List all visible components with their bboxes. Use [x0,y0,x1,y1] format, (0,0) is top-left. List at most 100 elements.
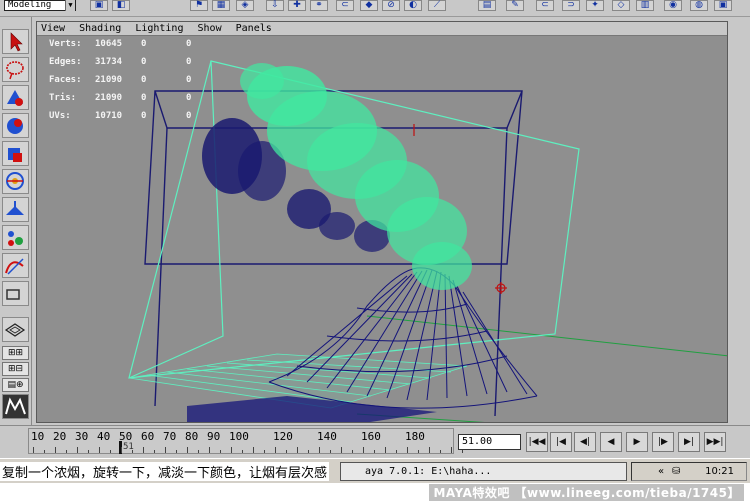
move-icon [7,118,23,134]
menu-lighting[interactable]: Lighting [135,23,183,34]
shelf-icon-14[interactable]: ▤ [478,0,496,11]
ruler-tick [308,450,309,453]
shelf-icon-21[interactable]: ◉ [664,0,682,11]
soft-mod-tool[interactable] [2,225,29,250]
shelf-icon-22[interactable]: ◍ [690,0,708,11]
ruler-tick [264,450,265,453]
mode-select-value: Modeling [8,0,52,10]
tick-label: 90 [207,430,221,443]
step-forward-key-button[interactable]: ▶| [678,432,700,452]
ruler-tick [99,447,100,453]
shape-tool[interactable] [2,281,29,306]
ruler-tick [363,447,364,453]
shelf-icon-15[interactable]: ✎ [506,0,524,11]
curve-tool[interactable] [2,253,29,278]
menu-show[interactable]: Show [198,23,222,34]
two-view-button[interactable]: ⊞⊟ [2,362,29,376]
taskbar-maya-button[interactable]: aya 7.0.1: E:\haha... [340,462,627,481]
chevron-down-icon[interactable]: ▼ [65,0,75,11]
scale-tool[interactable] [2,169,29,194]
mode-select[interactable]: Modeling ▼ [4,0,76,11]
shelf-icon-9[interactable]: ⊂ [336,0,354,11]
ruler-tick [220,450,221,453]
tick-label: 10 [31,430,45,443]
shelf-icon-19[interactable]: ◇ [612,0,630,11]
shelf-icon-8[interactable]: ⚭ [310,0,328,11]
shelf-icon-18[interactable]: ✦ [586,0,604,11]
watermark-text: MAYA特效吧 【www.lineeg.com/tieba/1745】 [429,484,744,501]
step-forward-frame-button[interactable]: |▶ [652,432,674,452]
shelf-toolbar: Modeling ▼ ▣ ◧ ⚑ ▦ ◈ ⇩ ✚ ⚭ ⊂ ◆ ⊘ ◐ ⟋ ▤ ✎… [0,0,750,17]
lasso-icon [6,61,24,80]
goto-end-button[interactable]: ▶▶| [704,432,726,452]
ruler-tick [253,447,254,453]
shelf-icon-16[interactable]: ⊂ [536,0,554,11]
ruler-tick [55,447,56,453]
step-back-frame-button[interactable]: ◀| [574,432,596,452]
tutorial-caption: 复制一个浓烟，旋转一下，减淡一下颜色，让烟有层次感 [0,462,330,481]
tick-label: 140 [317,430,337,443]
tick-label: 180 [405,430,425,443]
ruler-tick [297,447,298,453]
menu-panels[interactable]: Panels [236,23,272,34]
ruler-tick [209,447,210,453]
maya-logo-tool [2,394,29,419]
watermark-bar: MAYA特效吧 【www.lineeg.com/tieba/1745】 [0,483,750,501]
shelf-icon-7[interactable]: ✚ [288,0,306,11]
ruler-tick [396,450,397,453]
grid-axis-line [366,315,727,357]
select-tool[interactable] [2,29,29,54]
four-view-button[interactable]: ⊞⊞ [2,346,29,360]
shelf-icon-12[interactable]: ◐ [404,0,422,11]
ruler-tick [176,450,177,453]
manipulator-tool[interactable] [2,197,29,222]
move-tool[interactable] [2,113,29,138]
ruler-tick [143,447,144,453]
single-view-tool[interactable] [2,317,29,342]
ruler-tick [319,447,320,453]
shelf-icon-17[interactable]: ⊃ [562,0,580,11]
shelf-icon-20[interactable]: ▥ [636,0,654,11]
paint-select-tool[interactable] [2,85,29,110]
tick-label: 100 [229,430,249,443]
ruler-tick [341,447,342,453]
ruler-tick [66,450,67,453]
shelf-icon-1[interactable]: ▣ [90,0,108,11]
manipulator-icon [6,201,24,215]
play-forward-button[interactable]: ▶ [626,432,648,452]
shelf-icon-23[interactable]: ▣ [714,0,732,11]
step-back-key-button[interactable]: |◀ [550,432,572,452]
tick-label: 40 [97,430,111,443]
shelf-icon-3[interactable]: ⚑ [190,0,208,11]
arrow-select-icon [10,32,23,52]
goto-start-button[interactable]: |◀◀ [526,432,548,452]
tick-label: 70 [163,430,177,443]
time-slider: 10 20 30 40 50 60 70 80 90 100 120 140 1… [0,425,750,455]
shelf-icon-11[interactable]: ⊘ [382,0,400,11]
ruler-tick [165,447,166,453]
shelf-icon-4[interactable]: ▦ [212,0,230,11]
rotate-tool[interactable] [2,141,29,166]
ruler-tick [407,447,408,453]
layout-menu-button[interactable]: ▤⊕ [2,378,29,392]
shelf-icon-10[interactable]: ◆ [360,0,378,11]
shelf-icon-13[interactable]: ⟋ [428,0,446,11]
ruler-tick [440,450,441,453]
tick-label: 30 [75,430,89,443]
current-frame-field[interactable]: 51.00 [458,434,521,450]
time-ruler[interactable]: 10 20 30 40 50 60 70 80 90 100 120 140 1… [28,428,463,454]
scale-icon [6,172,24,190]
shelf-icon-5[interactable]: ◈ [236,0,254,11]
shape-icon [6,289,20,300]
perspective-viewport[interactable]: View Shading Lighting Show Panels Verts:… [36,21,728,423]
menu-shading[interactable]: Shading [79,23,121,34]
tray-expand-icon[interactable]: « [658,463,664,480]
ruler-tick [121,447,122,453]
play-backward-button[interactable]: ◀ [600,432,622,452]
shelf-icon-6[interactable]: ⇩ [266,0,284,11]
lasso-tool[interactable] [2,57,29,82]
menu-view[interactable]: View [41,23,65,34]
ground-slab [187,396,437,422]
shelf-icon-2[interactable]: ◧ [112,0,130,11]
ruler-tick [44,450,45,453]
